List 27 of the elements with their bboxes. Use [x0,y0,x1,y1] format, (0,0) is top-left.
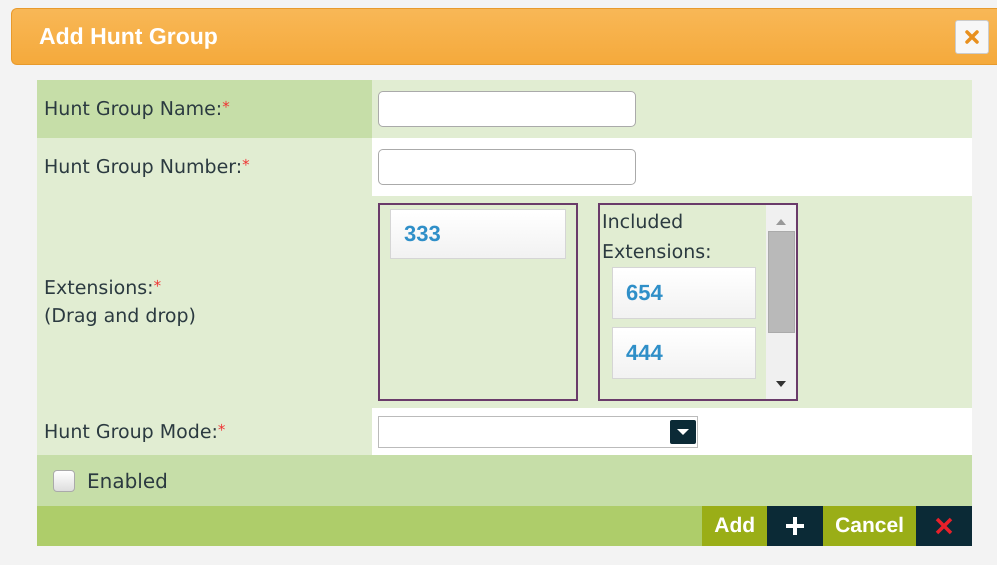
field-note: (Drag and drop) [44,305,197,327]
field-label: Hunt Group Number:* [44,156,251,178]
close-icon[interactable] [916,506,972,546]
field-label: Hunt Group Mode:* [44,420,226,442]
text-field[interactable] [378,91,636,127]
checkbox-label: Enabled [87,468,168,492]
dialog-title: Add Hunt Group [39,23,218,50]
included-extensions-list[interactable]: Included Extensions: 654 444 [598,203,798,401]
field-label: Extensions:* [44,277,162,299]
available-extensions-list[interactable]: 333 [378,203,578,401]
text-field[interactable] [378,149,636,185]
scrollbar[interactable] [766,205,796,399]
close-icon [964,28,980,44]
scroll-up-icon [776,219,786,225]
action-button[interactable]: Add [702,506,768,546]
extension-item[interactable]: 444 [612,327,756,379]
extension-item[interactable]: 654 [612,267,756,319]
list-title: Included Extensions: [602,210,713,265]
dropdown-caret-icon [670,420,696,444]
scroll-down-icon [776,381,786,387]
close-button[interactable] [955,20,989,54]
plus-icon[interactable] [767,506,824,546]
mode-dropdown[interactable] [378,416,698,448]
extension-item[interactable]: 333 [390,209,566,259]
field-label: Hunt Group Name:* [44,98,231,120]
enabled-checkbox[interactable] [53,470,75,492]
action-button[interactable]: Cancel [823,506,916,546]
